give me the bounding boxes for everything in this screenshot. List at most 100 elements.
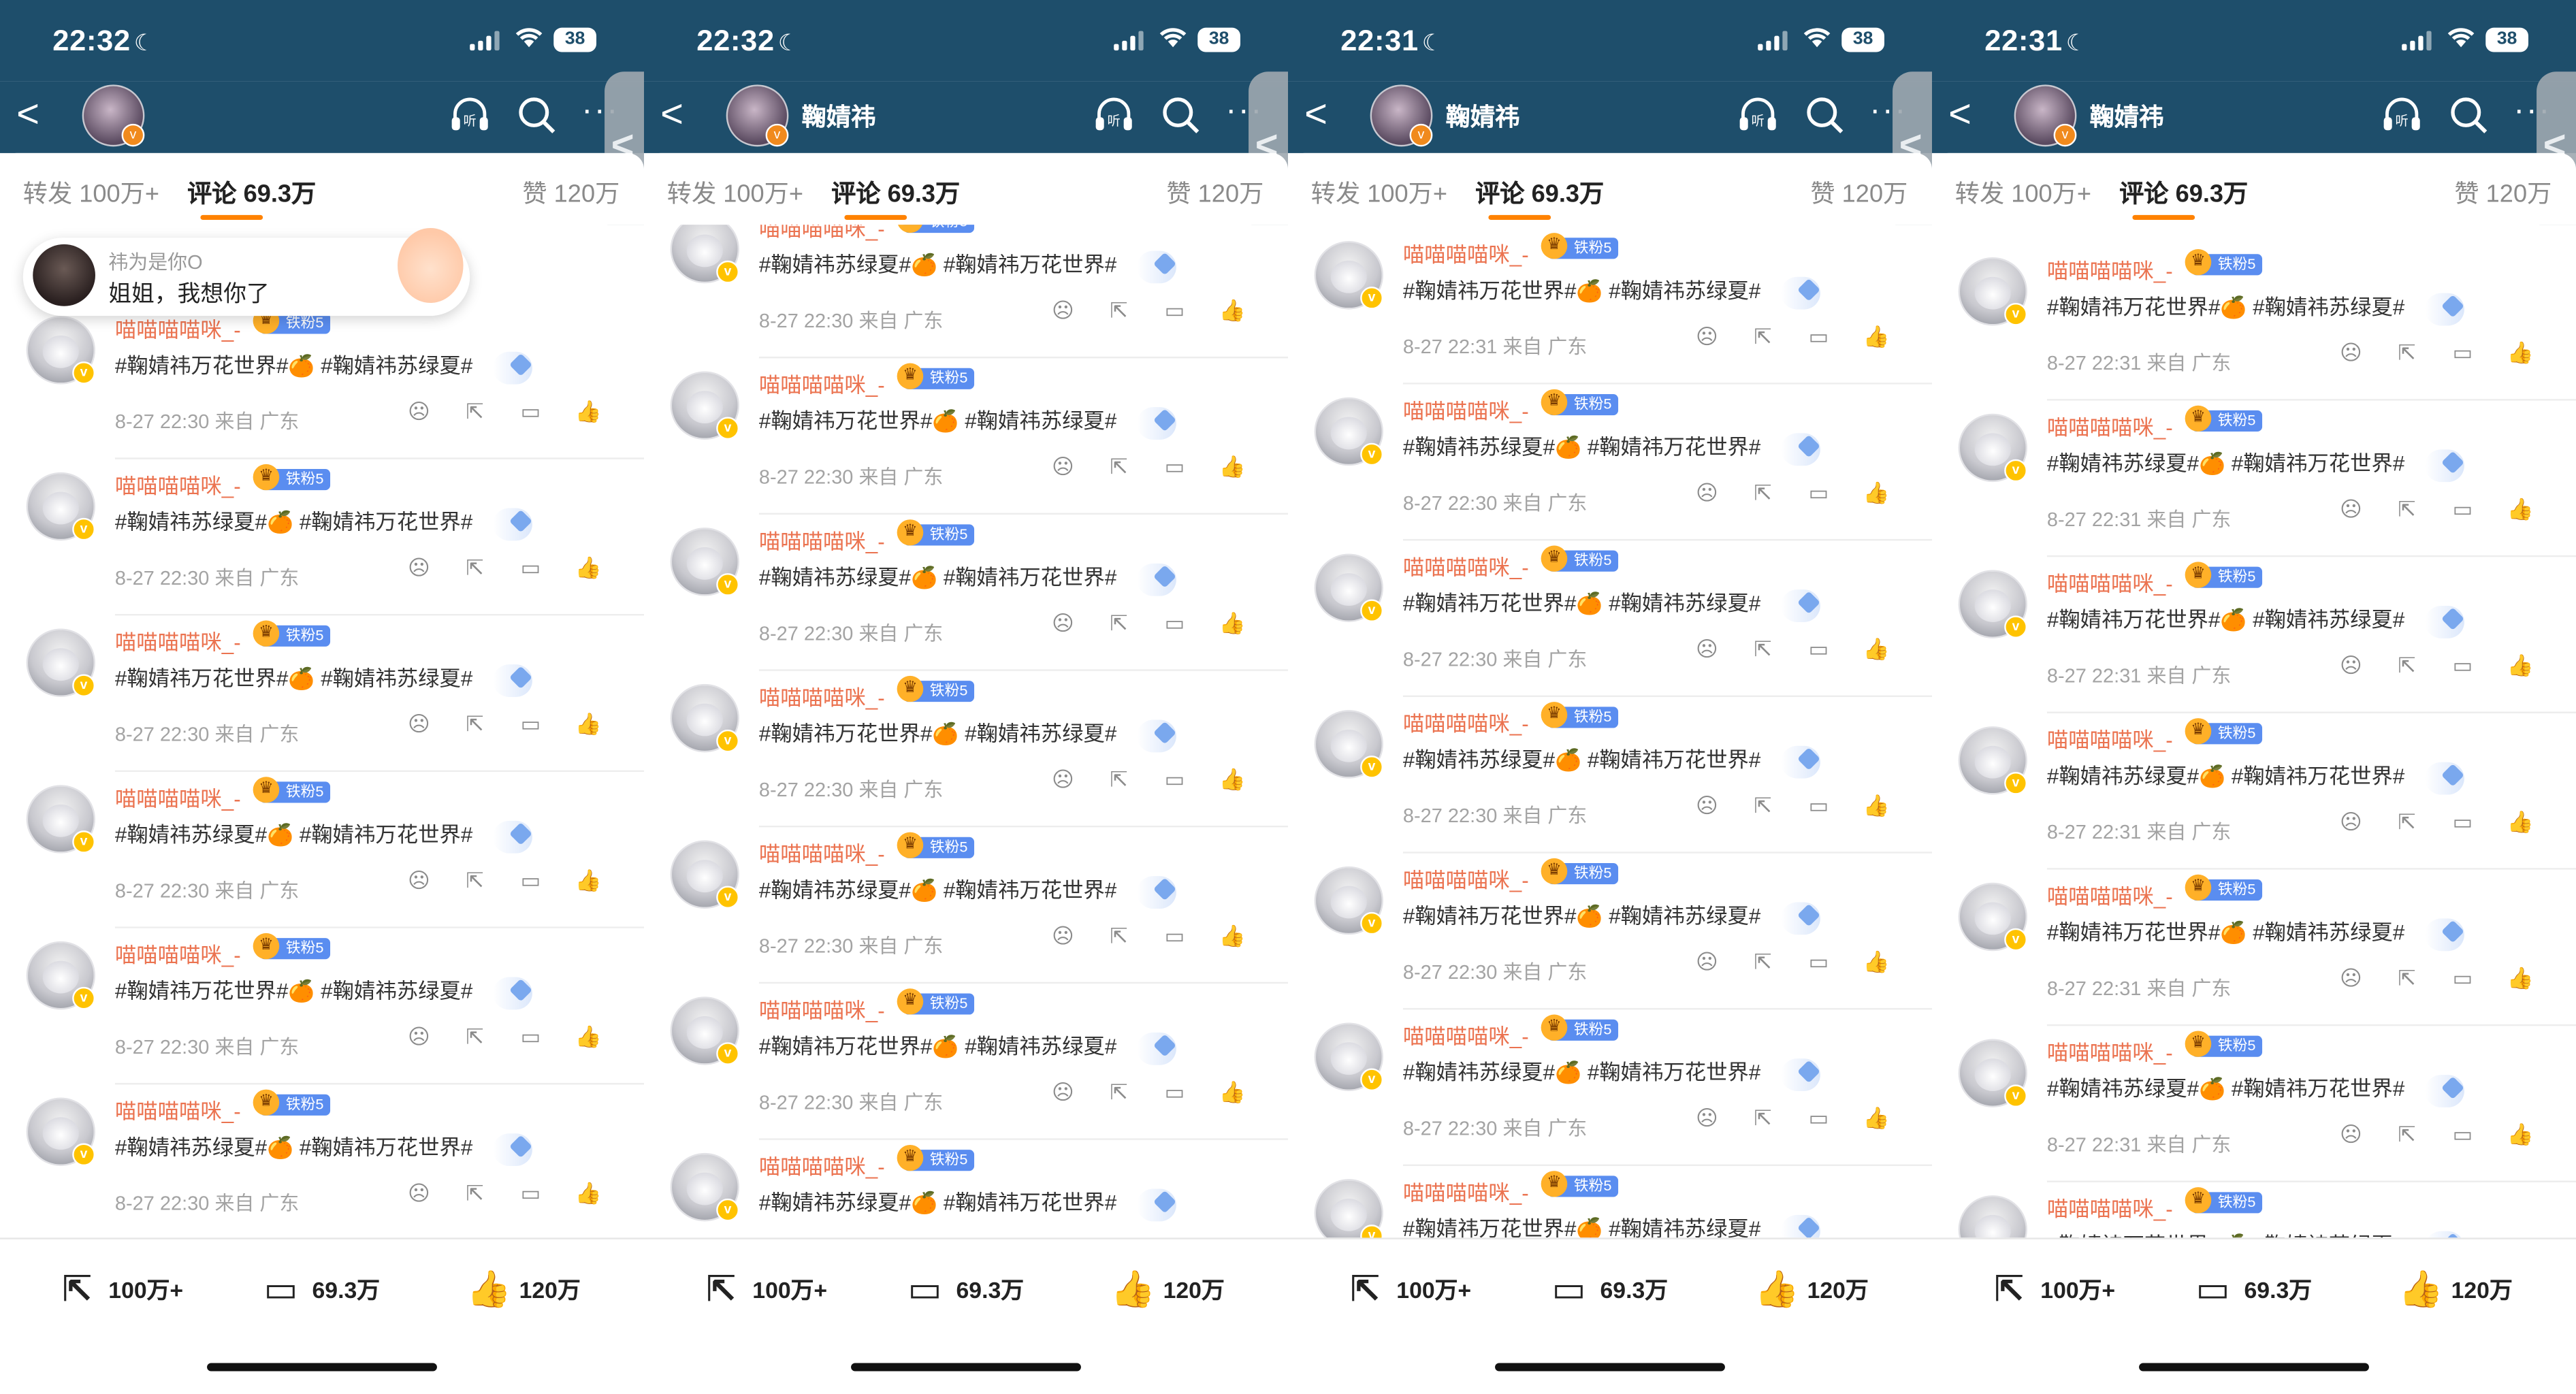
comment-icon[interactable]: ▭ bbox=[1163, 924, 1187, 947]
tab-comments[interactable]: 评论 69.3万 bbox=[187, 176, 316, 210]
comment-icon[interactable]: ▭ bbox=[1807, 950, 1831, 973]
commenter-name[interactable]: 喵喵喵喵咪_- bbox=[1403, 1176, 1529, 1206]
tab-comments[interactable]: 评论 69.3万 bbox=[2119, 176, 2248, 210]
comment-icon[interactable]: ▭ bbox=[2451, 967, 2475, 990]
emoji-icon[interactable]: ☹ bbox=[2339, 810, 2362, 833]
comment-icon[interactable]: ▭ bbox=[1807, 638, 1831, 661]
share-icon[interactable]: ⇱ bbox=[1752, 325, 1775, 348]
comment-list[interactable]: v 喵喵喵喵咪_- 铁粉5 ♛ #鞠婧祎万花世界#🍊 #鞠婧祎苏绿夏# 8-27 22:3… bbox=[0, 225, 644, 1238]
comment-icon[interactable]: ▭ bbox=[519, 869, 543, 892]
tab-repost[interactable]: 转发 100万+ bbox=[667, 176, 803, 210]
comment-item[interactable]: v 喵喵喵喵咪_- 铁粉5 ♛ #鞠婧祎万花世界#🍊 #鞠婧祎苏绿夏# 8-27 22:3… bbox=[1288, 540, 1932, 697]
headphones-listen-icon[interactable]: 听 bbox=[1735, 91, 1781, 137]
commenter-name[interactable]: 喵喵喵喵咪_- bbox=[115, 626, 241, 656]
tab-comments[interactable]: 评论 69.3万 bbox=[1475, 176, 1604, 210]
commenter-name[interactable]: 喵喵喵喵咪_- bbox=[2047, 723, 2173, 753]
commenter-name[interactable]: 喵喵喵喵咪_- bbox=[759, 225, 885, 242]
search-icon[interactable] bbox=[1804, 95, 1847, 137]
comment-icon[interactable]: ▭ bbox=[2451, 341, 2475, 364]
thumb-up-icon[interactable]: 👍 bbox=[575, 713, 602, 736]
comment-icon[interactable]: ▭ bbox=[519, 400, 543, 423]
comment-item[interactable]: v喵喵喵喵咪_-铁粉5♛#鞠婧祎苏绿夏#🍊 #鞠婧祎万花世界#8-27 22:3… bbox=[644, 515, 1288, 671]
comment-button[interactable]: ▭ 69.3万 bbox=[1547, 1269, 1669, 1311]
like-button[interactable]: 👍 120万 bbox=[1110, 1269, 1224, 1311]
comment-item[interactable]: v 喵喵喵喵咪_- 铁粉5 ♛ #鞠婧祎万花世界#🍊 #鞠婧祎苏绿夏# 8-27 22:3… bbox=[0, 928, 644, 1085]
emoji-icon[interactable]: ☹ bbox=[1695, 794, 1718, 817]
comment-item[interactable]: v喵喵喵喵咪_-铁粉5♛#鞠婧祎万花世界#🍊 #鞠婧祎苏绿夏# bbox=[1288, 1166, 1932, 1238]
thumb-up-icon[interactable]: 👍 bbox=[2507, 967, 2534, 990]
comment-icon[interactable]: ▭ bbox=[1163, 455, 1187, 479]
emoji-icon[interactable]: ☹ bbox=[1051, 455, 1074, 479]
comment-icon[interactable]: ▭ bbox=[519, 1182, 543, 1205]
share-icon[interactable]: ⇱ bbox=[1752, 794, 1775, 817]
back-icon[interactable]: < bbox=[1304, 94, 1337, 137]
profile-name[interactable]: 鞠婧祎 bbox=[1446, 99, 1520, 133]
commenter-name[interactable]: 喵喵喵喵咪_- bbox=[1403, 551, 1529, 581]
profile-name[interactable]: 鞠婧祎 bbox=[2090, 99, 2164, 133]
commenter-name[interactable]: 喵喵喵喵咪_- bbox=[2047, 567, 2173, 598]
share-icon[interactable]: ⇱ bbox=[464, 713, 487, 736]
comment-item[interactable]: v喵喵喵喵咪_-铁粉5♛#鞠婧祎苏绿夏#🍊 #鞠婧祎万花世界#8-27 22:3… bbox=[0, 459, 644, 616]
comment-icon[interactable]: ▭ bbox=[2451, 654, 2475, 677]
commenter-name[interactable]: 喵喵喵喵咪_- bbox=[759, 681, 885, 711]
thumb-up-icon[interactable]: 👍 bbox=[1863, 794, 1890, 817]
thumb-up-icon[interactable]: 👍 bbox=[1219, 455, 1246, 479]
share-icon[interactable]: ⇱ bbox=[464, 1182, 487, 1205]
comment-item[interactable]: v 喵喵喵喵咪_- 铁粉5 ♛ #鞠婧祎苏绿夏#🍊 #鞠婧祎万花世界# bbox=[644, 1140, 1288, 1238]
comment-item[interactable]: v 喵喵喵喵咪_- 铁粉5 ♛ #鞠婧祎万花世界#🍊 #鞠婧祎苏绿夏# 8-27 22:3… bbox=[1932, 557, 2576, 713]
comment-item[interactable]: v喵喵喵喵咪_-铁粉5♛#鞠婧祎苏绿夏#🍊 #鞠婧祎万花世界#8-27 22:3… bbox=[1288, 1009, 1932, 1167]
comment-item[interactable]: v 喵喵喵喵咪_- 铁粉5 ♛ #鞠婧祎万花世界#🍊 #鞠婧祎苏绿夏# 8-27 22:3… bbox=[1932, 870, 2576, 1026]
emoji-icon[interactable]: ☹ bbox=[2339, 967, 2362, 990]
back-icon[interactable]: < bbox=[660, 94, 693, 137]
home-indicator[interactable] bbox=[851, 1363, 1081, 1372]
comment-item[interactable]: v喵喵喵喵咪_-铁粉5♛#鞠婧祎苏绿夏#🍊 #鞠婧祎万花世界#8-27 22:3… bbox=[644, 827, 1288, 984]
commenter-name[interactable]: 喵喵喵喵咪_- bbox=[1403, 707, 1529, 737]
tab-likes[interactable]: 赞 120万 bbox=[1810, 176, 1907, 210]
comment-icon[interactable]: ▭ bbox=[1163, 299, 1187, 322]
comment-item[interactable]: v 喵喵喵喵咪_- 铁粉5 ♛ #鞠婧祎万花世界#🍊 #鞠婧祎苏绿夏# 8-27 22:3… bbox=[1288, 854, 1932, 1010]
thumb-up-icon[interactable]: 👍 bbox=[1863, 481, 1890, 504]
share-icon[interactable]: ⇱ bbox=[2396, 967, 2419, 990]
search-icon[interactable] bbox=[2448, 95, 2491, 137]
comment-icon[interactable]: ▭ bbox=[2451, 498, 2475, 521]
repost-button[interactable]: ⇱ 100万+ bbox=[700, 1269, 827, 1311]
comment-button[interactable]: ▭ 69.3万 bbox=[2191, 1269, 2313, 1311]
share-icon[interactable]: ⇱ bbox=[464, 1025, 487, 1048]
comment-item[interactable]: v 喵喵喵喵咪_- 铁粉5 ♛ #鞠婧祎万花世界#🍊 #鞠婧祎苏绿夏# 8-27 22:3… bbox=[1932, 244, 2576, 401]
repost-button[interactable]: ⇱ 100万+ bbox=[1988, 1269, 2115, 1311]
emoji-icon[interactable]: ☹ bbox=[1695, 325, 1718, 348]
emoji-icon[interactable]: ☹ bbox=[2339, 498, 2362, 521]
headphones-listen-icon[interactable]: 听 bbox=[447, 91, 493, 137]
share-icon[interactable]: ⇱ bbox=[1752, 950, 1775, 973]
thumb-up-icon[interactable]: 👍 bbox=[2507, 654, 2534, 677]
commenter-name[interactable]: 喵喵喵喵咪_- bbox=[115, 781, 241, 812]
thumb-up-icon[interactable]: 👍 bbox=[575, 1182, 602, 1205]
commenter-name[interactable]: 喵喵喵喵咪_- bbox=[2047, 1036, 2173, 1067]
comment-icon[interactable]: ▭ bbox=[519, 1025, 543, 1048]
comment-icon[interactable]: ▭ bbox=[1163, 1080, 1187, 1104]
repost-button[interactable]: ⇱ 100万+ bbox=[1344, 1269, 1471, 1311]
tab-repost[interactable]: 转发 100万+ bbox=[1311, 176, 1447, 210]
comment-item[interactable]: v喵喵喵喵咪_-铁粉5♛#鞠婧祎苏绿夏#🍊 #鞠婧祎万花世界#8-27 22:3… bbox=[0, 772, 644, 928]
tab-comments[interactable]: 评论 69.3万 bbox=[831, 176, 960, 210]
commenter-avatar[interactable] bbox=[1958, 1195, 2027, 1238]
thumb-up-icon[interactable]: 👍 bbox=[1863, 950, 1890, 973]
comment-list[interactable]: v喵喵喵喵咪_-铁粉5♛#鞠婧祎苏绿夏#🍊 #鞠婧祎万花世界#8-27 22:3… bbox=[643, 225, 1288, 1238]
comment-item[interactable]: v喵喵喵喵咪_-铁粉5♛#鞠婧祎苏绿夏#🍊 #鞠婧祎万花世界#8-27 22:3… bbox=[1288, 697, 1932, 854]
comment-item[interactable]: v 喵喵喵喵咪_- 铁粉5 ♛ #鞠婧祎万花世界#🍊 #鞠婧祎苏绿夏# 8-27 22:3… bbox=[644, 671, 1288, 828]
notification-toast[interactable]: 祎为是你O 姐姐，我想你了 bbox=[22, 227, 470, 317]
comment-icon[interactable]: ▭ bbox=[519, 713, 543, 736]
comment-item[interactable]: v喵喵喵喵咪_-铁粉5♛#鞠婧祎万花世界#🍊 #鞠婧祎苏绿夏# bbox=[1932, 1182, 2576, 1238]
commenter-name[interactable]: 喵喵喵喵咪_- bbox=[115, 1095, 241, 1125]
comment-item[interactable]: v喵喵喵喵咪_-铁粉5♛#鞠婧祎苏绿夏#🍊 #鞠婧祎万花世界#8-27 22:3… bbox=[1288, 385, 1932, 541]
share-icon[interactable]: ⇱ bbox=[464, 869, 487, 892]
comment-icon[interactable]: ▭ bbox=[1807, 794, 1831, 817]
commenter-name[interactable]: 喵喵喵喵咪_- bbox=[1403, 1020, 1529, 1050]
like-button[interactable]: 👍 120万 bbox=[466, 1269, 580, 1311]
commenter-name[interactable]: 喵喵喵喵咪_- bbox=[2047, 1192, 2173, 1222]
comment-icon[interactable]: ▭ bbox=[1163, 611, 1187, 635]
share-icon[interactable]: ⇱ bbox=[1108, 455, 1131, 479]
comment-item[interactable]: v喵喵喵喵咪_-铁粉5♛#鞠婧祎苏绿夏#🍊 #鞠婧祎万花世界#8-27 22:3… bbox=[1932, 401, 2576, 557]
thumb-up-icon[interactable]: 👍 bbox=[1219, 924, 1246, 947]
emoji-icon[interactable]: ☹ bbox=[1051, 1080, 1074, 1104]
